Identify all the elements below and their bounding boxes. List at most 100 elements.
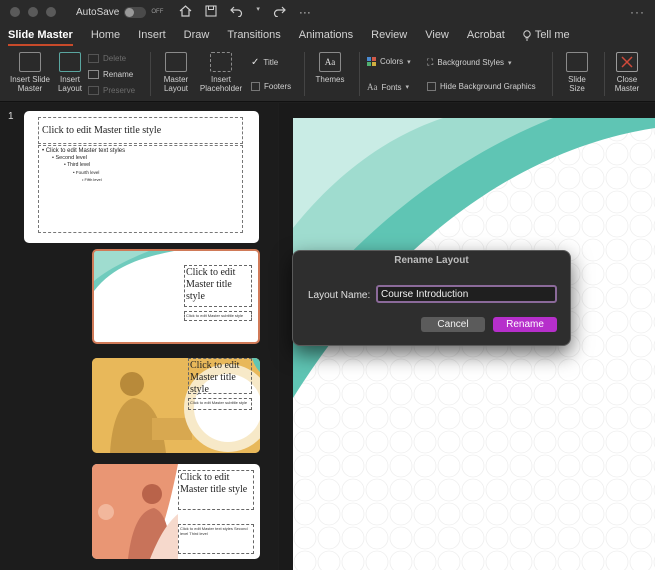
- ribbon-toolbar: Insert Slide Master Insert Layout Delete…: [0, 46, 655, 102]
- chevron-down-icon: ▾: [407, 58, 411, 66]
- themes-button[interactable]: Aa Themes: [310, 52, 350, 84]
- layout-thumbnail-yellow[interactable]: Click to edit Master title style Click t…: [92, 358, 260, 453]
- insert-slide-master-icon: [19, 52, 41, 72]
- layout-subtitle-placeholder: Click to edit Master subtitle style: [184, 311, 252, 321]
- title-label: Title: [263, 58, 279, 67]
- zoom-window-button[interactable]: [46, 7, 56, 17]
- autosave-toggle[interactable]: [124, 6, 147, 18]
- master-title-placeholder: Click to edit Master title style: [38, 117, 243, 144]
- home-icon[interactable]: [179, 4, 192, 20]
- close-master-label: Close Master: [614, 75, 640, 93]
- master-level-1: • Click to edit Master text styles: [42, 148, 126, 154]
- layout-thumbnail-orange[interactable]: Click to edit Master title style Click t…: [92, 464, 260, 559]
- dialog-title: Rename Layout: [394, 255, 469, 266]
- preserve-label: Preserve: [103, 86, 136, 95]
- tab-view[interactable]: View: [425, 29, 449, 41]
- insert-placeholder-button[interactable]: Insert Placeholder: [196, 52, 246, 93]
- slide-thumbnails-panel: 1 Click to edit Master title style • Cli…: [0, 103, 278, 570]
- hide-background-checkbox-box: [427, 82, 436, 91]
- insert-layout-button[interactable]: Insert Layout: [54, 52, 86, 93]
- autosave[interactable]: AutoSave OFF: [76, 6, 164, 18]
- delete-button[interactable]: Delete: [88, 54, 126, 63]
- preserve-button[interactable]: Preserve: [88, 86, 135, 95]
- hide-background-graphics-label: Hide Background Graphics: [440, 82, 536, 91]
- lightbulb-icon: [523, 29, 531, 40]
- insert-layout-label: Insert Layout: [57, 75, 83, 93]
- footers-label: Footers: [264, 82, 292, 91]
- layout-text-placeholder: Click to edit Master text styles Second …: [178, 524, 254, 554]
- tell-me-label: Tell me: [534, 29, 570, 41]
- colors-button[interactable]: Colors ▾: [367, 57, 411, 66]
- footers-checkbox-box: [251, 82, 260, 91]
- tab-animations[interactable]: Animations: [299, 29, 353, 41]
- fonts-button[interactable]: Aa Fonts ▾: [367, 82, 409, 92]
- ribbon-tabs: Slide Master Home Insert Draw Transition…: [0, 24, 655, 46]
- ribbon-divider: [552, 52, 553, 96]
- preserve-icon: [88, 86, 99, 95]
- checkmark-icon: ✓: [251, 57, 260, 68]
- tab-home[interactable]: Home: [91, 29, 120, 41]
- master-level-2: • Second level: [52, 155, 87, 161]
- layout-title-placeholder: Click to edit Master title style: [188, 358, 252, 395]
- layout-name-label: Layout Name:: [308, 290, 371, 301]
- layout-thumbnail-title[interactable]: Click to edit Master title style Click t…: [92, 249, 260, 344]
- master-level-5: • Fifth level: [82, 177, 102, 182]
- tab-transitions[interactable]: Transitions: [227, 29, 280, 41]
- undo-icon[interactable]: [230, 5, 243, 20]
- minimize-window-button[interactable]: [28, 7, 38, 17]
- title-checkbox[interactable]: ✓ Title: [251, 57, 278, 68]
- master-body-placeholder: • Click to edit Master text styles • Sec…: [38, 145, 243, 233]
- themes-icon: Aa: [319, 52, 341, 72]
- layout-title-placeholder: Click to edit Master title style: [178, 470, 254, 510]
- layout-name-input[interactable]: Course Introduction: [376, 285, 557, 303]
- master-level-4: • Fourth level: [73, 170, 100, 175]
- insert-slide-master-button[interactable]: Insert Slide Master: [6, 52, 54, 93]
- slide-master-thumbnail[interactable]: Click to edit Master title style • Click…: [24, 111, 259, 243]
- insert-slide-master-label: Insert Slide Master: [9, 75, 51, 93]
- insert-placeholder-label: Insert Placeholder: [199, 75, 243, 93]
- ribbon-divider: [150, 52, 151, 96]
- rename-button[interactable]: Rename: [493, 317, 557, 332]
- slide-size-icon: [566, 52, 588, 72]
- save-icon[interactable]: [205, 4, 217, 20]
- rename-label: Rename: [103, 70, 134, 79]
- slide-number: 1: [8, 111, 14, 122]
- master-layout-button[interactable]: Master Layout: [158, 52, 194, 93]
- colors-label: Colors: [380, 57, 404, 66]
- tab-tell-me[interactable]: Tell me: [523, 29, 570, 41]
- undo-dropdown-icon[interactable]: ▾: [256, 5, 260, 20]
- autosave-label: AutoSave: [76, 6, 120, 18]
- master-layout-icon: [165, 52, 187, 72]
- paint-bucket-icon: ⛶: [427, 57, 434, 67]
- autosave-state: OFF: [151, 9, 164, 15]
- window-controls: [10, 7, 56, 17]
- rename-button[interactable]: Rename: [88, 70, 133, 79]
- tab-review[interactable]: Review: [371, 29, 407, 41]
- more-icon[interactable]: ···: [299, 5, 311, 20]
- tab-insert[interactable]: Insert: [138, 29, 166, 41]
- themes-label: Themes: [315, 75, 345, 84]
- ribbon-divider: [359, 52, 360, 96]
- ribbon-divider: [304, 52, 305, 96]
- insert-placeholder-icon: [210, 52, 232, 72]
- master-level-3: • Third level: [64, 162, 91, 168]
- background-styles-button[interactable]: ⛶ Background Styles ▾: [427, 57, 512, 68]
- chevron-down-icon: ▾: [405, 84, 410, 91]
- cancel-button[interactable]: Cancel: [421, 317, 485, 332]
- more-options-icon[interactable]: ···: [630, 5, 645, 19]
- chevron-down-icon: ▾: [508, 59, 512, 67]
- hide-background-graphics-checkbox[interactable]: Hide Background Graphics: [427, 82, 536, 91]
- footers-checkbox[interactable]: Footers: [251, 82, 291, 91]
- tab-acrobat[interactable]: Acrobat: [467, 29, 505, 41]
- slide-size-button[interactable]: Slide Size: [560, 52, 594, 93]
- slide-size-label: Slide Size: [568, 75, 586, 93]
- close-window-button[interactable]: [10, 7, 20, 17]
- rename-layout-dialog: Rename Layout Layout Name: Course Introd…: [292, 250, 571, 346]
- redo-icon[interactable]: [273, 5, 286, 20]
- tab-slide-master[interactable]: Slide Master: [8, 29, 73, 46]
- fonts-icon: Aa: [367, 82, 378, 92]
- close-master-button[interactable]: Close Master: [610, 52, 644, 93]
- fonts-label: Fonts: [381, 82, 402, 92]
- layout-title-placeholder: Click to edit Master title style: [184, 265, 252, 307]
- tab-draw[interactable]: Draw: [184, 29, 210, 41]
